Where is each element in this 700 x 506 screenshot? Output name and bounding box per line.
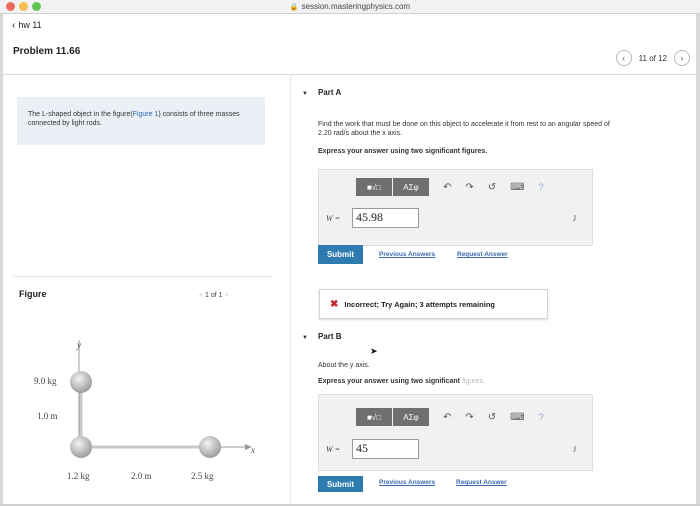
keyboard-icon[interactable]: ⌨ <box>510 182 524 193</box>
part-a-math-toolbar: ■√□ ΑΣφ ↶ ↷ ↺ ⌨ ? <box>356 178 544 196</box>
part-a-question: Find the work that must be done on this … <box>318 120 688 138</box>
lock-icon: 🔒 <box>289 4 299 11</box>
mass-right <box>199 436 221 458</box>
column-divider <box>290 74 291 504</box>
reset-icon[interactable]: ↺ <box>488 182 496 193</box>
help-icon[interactable]: ? <box>539 412 544 422</box>
part-a-answer-label: W = <box>326 214 341 223</box>
collapse-triangle-icon: ▼ <box>302 91 308 97</box>
part-b-math-toolbar: ■√□ ΑΣφ ↶ ↷ ↺ ⌨ ? <box>356 408 544 426</box>
next-problem-button[interactable]: › <box>674 50 690 66</box>
part-b-answer-label: W = <box>326 445 341 454</box>
symbols-button[interactable]: ΑΣφ <box>393 408 429 426</box>
reset-icon[interactable]: ↺ <box>488 412 496 423</box>
x-axis-label: x <box>250 445 255 455</box>
part-b-answer-box <box>318 394 593 471</box>
page: ‹ hw 11 Problem 11.66 ‹ 11 of 12 › The L-… <box>3 14 696 504</box>
incorrect-x-icon: ✖ <box>330 298 339 310</box>
mass-right-label: 2.5 kg <box>191 471 214 481</box>
part-b-header[interactable]: ▼ Part B <box>302 332 342 341</box>
problem-title: Problem 11.66 <box>13 46 81 57</box>
figure-pager-text: 1 of 1 <box>205 292 223 299</box>
previous-problem-button[interactable]: ‹ <box>615 50 632 66</box>
part-a-title: Part A <box>317 88 342 97</box>
part-b-question: About the y axis. <box>318 362 370 369</box>
figure-heading: Figure <box>19 289 47 299</box>
figure-next-icon[interactable]: > <box>225 292 229 299</box>
part-b-title: Part B <box>317 332 342 341</box>
header-divider <box>3 74 696 75</box>
url-text: session.masteringphysics.com <box>301 2 411 11</box>
chevron-left-icon: ‹ <box>12 20 16 31</box>
part-a-submit-button[interactable]: Submit <box>318 245 363 264</box>
breadcrumb[interactable]: ‹ hw 11 <box>12 20 42 31</box>
browser-bar: 🔒 session.masteringphysics.com <box>0 0 700 14</box>
undo-icon[interactable]: ↶ <box>443 182 451 193</box>
figure-link[interactable]: Figure 1 <box>133 111 159 118</box>
y-axis-label: y <box>76 340 81 350</box>
redo-icon[interactable]: ↷ <box>465 182 473 193</box>
part-b-instruction: Express your answer using two significan… <box>318 378 485 385</box>
redo-icon[interactable]: ↷ <box>465 412 473 423</box>
part-b-previous-answers-link[interactable]: Previous Answers <box>379 479 435 486</box>
figure-divider <box>13 276 273 277</box>
description-text-before: The L-shaped object in the figure( <box>28 111 133 118</box>
part-a-answer-input[interactable]: 45.98 <box>352 208 419 228</box>
horizontal-distance-label: 2.0 m <box>131 471 152 481</box>
problem-pager-text: 11 of 12 <box>638 53 667 63</box>
part-a-instruction: Express your answer using two significan… <box>318 148 488 155</box>
vertical-distance-label: 1.0 m <box>37 411 58 421</box>
part-a-question-line-2: 2.20 rad/s about the x axis. <box>318 130 403 137</box>
part-a-feedback: ✖ Incorrect; Try Again; 3 attempts remain… <box>319 289 548 319</box>
part-a-question-line-1: Find the work that must be done on this … <box>318 121 610 128</box>
part-b-instruction-faint: figures. <box>461 378 485 385</box>
part-a-request-answer-link[interactable]: Request Answer <box>457 251 508 258</box>
templates-button[interactable]: ■√□ <box>356 408 392 426</box>
part-b-unit: J <box>573 445 577 454</box>
part-b-request-answer-link[interactable]: Request Answer <box>456 479 507 486</box>
collapse-triangle-icon: ▼ <box>302 335 308 341</box>
part-a-feedback-text: Incorrect; Try Again; 3 attempts remaini… <box>344 299 495 309</box>
part-b-instruction-main: Express your answer using two significan… <box>318 378 462 385</box>
part-b-submit-button[interactable]: Submit <box>318 476 363 492</box>
mouse-pointer-icon: ➤ <box>370 346 378 356</box>
mass-top-label: 9.0 kg <box>34 376 57 386</box>
problem-description: The L-shaped object in the figure(Figure… <box>17 97 265 145</box>
mass-corner <box>70 436 92 458</box>
l-shaped-object-figure: y x 9.0 kg 1.0 m 1.2 kg 2.0 m 2.5 kg <box>34 340 255 481</box>
figure-prev-icon[interactable]: < <box>199 292 203 299</box>
part-b-answer-input[interactable]: 45 <box>352 439 419 459</box>
mass-corner-label: 1.2 kg <box>67 471 90 481</box>
keyboard-icon[interactable]: ⌨ <box>510 412 524 423</box>
mass-top <box>70 371 92 393</box>
symbols-button[interactable]: ΑΣφ <box>393 178 429 196</box>
figure-pager: < 1 of 1 > <box>199 292 229 299</box>
help-icon[interactable]: ? <box>539 182 544 192</box>
part-a-previous-answers-link[interactable]: Previous Answers <box>379 251 435 258</box>
address-bar[interactable]: 🔒 session.masteringphysics.com <box>0 2 700 11</box>
breadcrumb-label: hw 11 <box>18 20 42 30</box>
undo-icon[interactable]: ↶ <box>443 412 451 423</box>
templates-button[interactable]: ■√□ <box>356 178 392 196</box>
problem-pager: ‹ 11 of 12 › <box>615 50 690 66</box>
part-a-header[interactable]: ▼ Part A <box>302 88 341 97</box>
part-a-unit: J <box>573 214 577 223</box>
